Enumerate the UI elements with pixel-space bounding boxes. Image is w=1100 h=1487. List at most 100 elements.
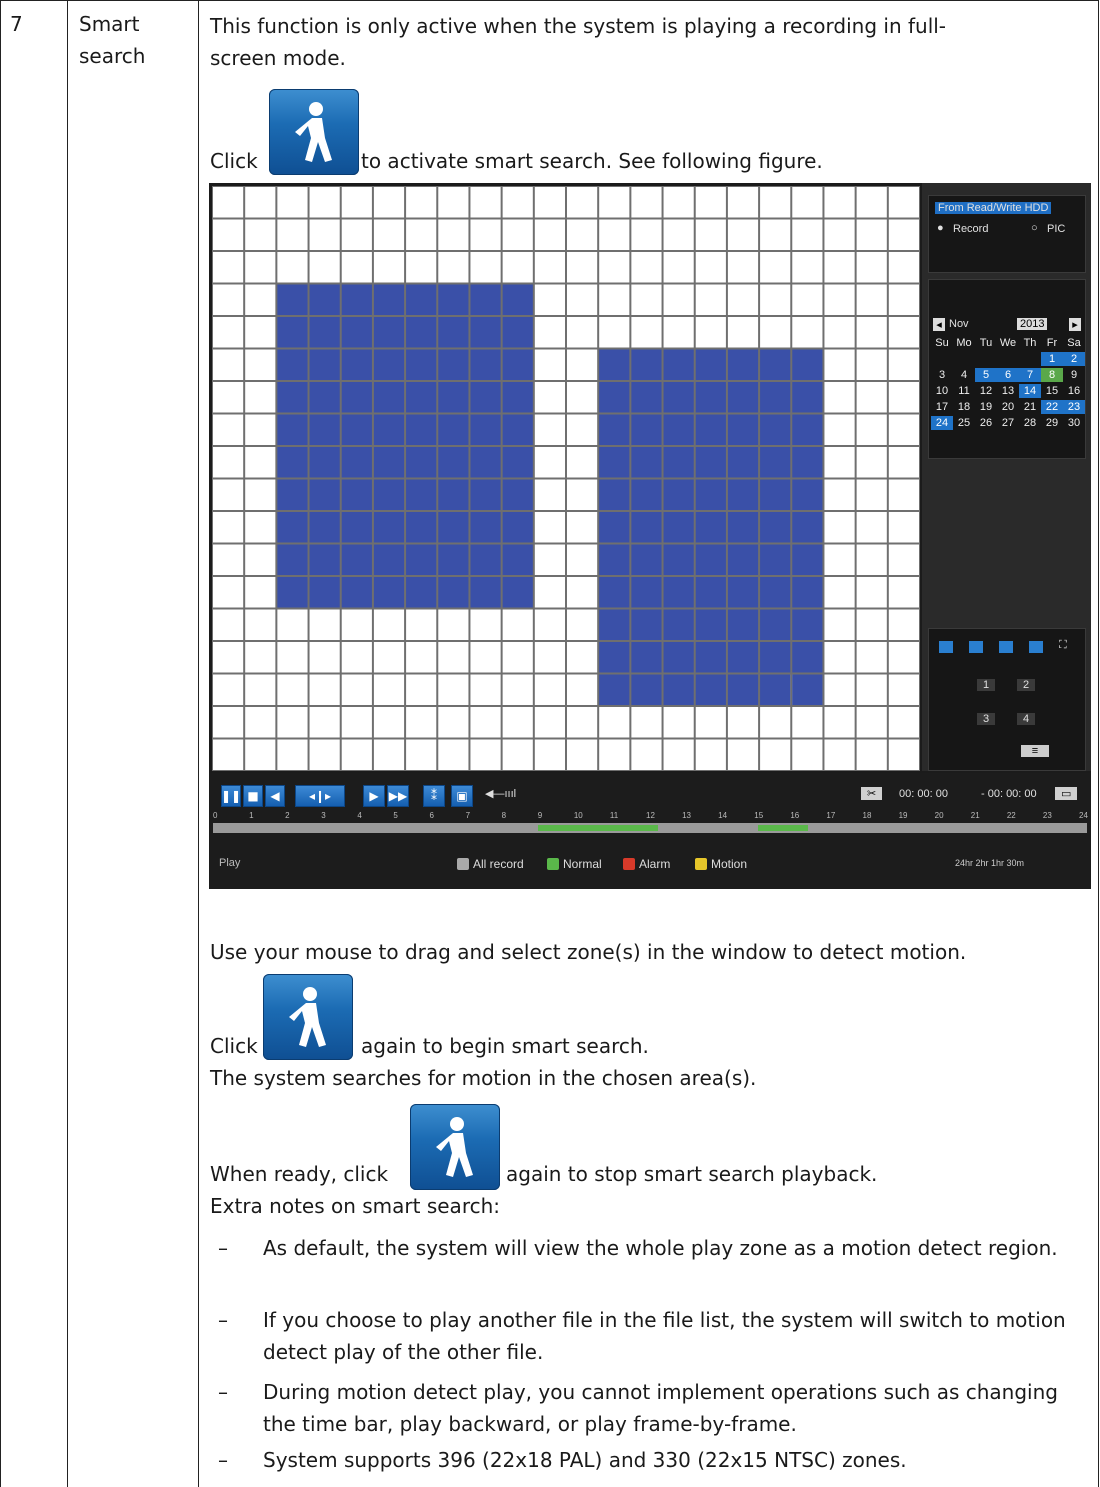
smart-search-icon-2 (263, 974, 353, 1060)
calendar-day[interactable]: 29 (1041, 416, 1063, 430)
bullet-dash-2: – (218, 1308, 228, 1332)
motion-grid[interactable] (212, 186, 920, 771)
play-backward-button[interactable]: ◀ (265, 785, 285, 807)
calendar-day[interactable] (975, 352, 997, 366)
smart-search-button[interactable]: ⁑ (423, 785, 445, 807)
legend-normal[interactable]: Normal (547, 857, 602, 871)
calendar-day[interactable]: 19 (975, 400, 997, 414)
calendar-day[interactable]: 21 (1019, 400, 1041, 414)
feature-name-line2: search (79, 44, 146, 68)
calendar-day[interactable]: 14 (1019, 384, 1041, 398)
note-2: If you choose to play another file in th… (263, 1308, 1066, 1364)
timeline-bar[interactable] (213, 823, 1087, 833)
calendar-day[interactable]: 8 (1041, 368, 1063, 382)
calendar-day[interactable]: 3 (931, 368, 953, 382)
channel-select-4[interactable]: 4 (1017, 713, 1036, 725)
pause-button[interactable]: ❚❚ (221, 785, 241, 807)
calendar-box: ◂ Nov 2013 ▸ Su Mo Tu We Th Fr Sa 1 2 3 4 5 6 7 8 9 10 11… (928, 279, 1086, 459)
calendar-day[interactable]: 17 (931, 400, 953, 414)
layout-16-icon[interactable] (1029, 641, 1043, 653)
calendar-day[interactable]: 28 (1019, 416, 1041, 430)
source-select[interactable]: From Read/Write HDD (935, 202, 1052, 214)
legend-alarm[interactable]: Alarm (623, 857, 670, 871)
playback-controls: ❚❚ ■ ◀ ◂❙▸ ▶ ▶▶ ⁑ ▣ ◀—ıııl ✂ 00: 00: 00 … (209, 773, 1091, 889)
timeline-tick-label: 21 (970, 811, 980, 820)
drag-instruction: Use your mouse to drag and select zone(s… (210, 940, 967, 964)
clip-icon[interactable]: ✂ (861, 787, 883, 800)
time-start[interactable]: 00: 00: 00 (899, 788, 948, 800)
calendar-day[interactable]: 4 (953, 368, 975, 382)
calendar-day[interactable]: 16 (1063, 384, 1085, 398)
stop-button[interactable]: ■ (243, 785, 263, 807)
layout-1-icon[interactable] (939, 641, 953, 653)
radio-record-icon[interactable]: ● (937, 222, 944, 234)
legend-all-record[interactable]: All record (457, 857, 524, 871)
timeline-tick-label: 7 (465, 811, 471, 820)
calendar-day[interactable]: 12 (975, 384, 997, 398)
alarm-checkbox[interactable] (623, 858, 635, 870)
channel-select-2[interactable]: 2 (1017, 679, 1036, 691)
calendar-weekdays: Su Mo Tu We Th Fr Sa (931, 336, 1085, 350)
zoom-controls[interactable]: 24hr 2hr 1hr 30m (955, 858, 1024, 868)
calendar-day[interactable]: 2 (1063, 352, 1085, 366)
calendar-day[interactable]: 7 (1019, 368, 1041, 382)
motion-grid-svg[interactable] (212, 186, 920, 771)
next-month-icon[interactable]: ▸ (1069, 318, 1081, 331)
play-label: Play (219, 857, 241, 869)
radio-pic-icon[interactable]: ○ (1031, 222, 1038, 234)
calendar-day[interactable]: 18 (953, 400, 975, 414)
weekday-label: Sa (1067, 337, 1081, 349)
snapshot-button[interactable]: ▣ (451, 785, 473, 807)
calendar-day[interactable]: 27 (997, 416, 1019, 430)
calendar-day[interactable]: 24 (931, 416, 953, 430)
fast-forward-button[interactable]: ▶▶ (387, 785, 409, 807)
slow-play-button[interactable]: ▶ (363, 785, 385, 807)
calendar-day[interactable]: 1 (1041, 352, 1063, 366)
calendar-day[interactable]: 23 (1063, 400, 1085, 414)
timeline-tick-label: 15 (754, 811, 764, 820)
calendar-day[interactable]: 11 (953, 384, 975, 398)
selected-zone-2[interactable] (598, 348, 824, 707)
calendar-day[interactable] (1019, 352, 1041, 366)
calendar-day[interactable]: 13 (997, 384, 1019, 398)
time-end[interactable]: - 00: 00: 00 (981, 788, 1037, 800)
calendar-day[interactable]: 20 (997, 400, 1019, 414)
list-icon[interactable]: ≡ (1021, 745, 1049, 757)
calendar-day[interactable]: 22 (1041, 400, 1063, 414)
feature-name-line1: Smart (79, 12, 140, 36)
layout-9-icon[interactable] (999, 641, 1013, 653)
timeline-tick-label: 0 (213, 811, 218, 820)
calendar-day[interactable]: 30 (1063, 416, 1085, 430)
alarm-label: Alarm (639, 857, 671, 871)
layout-4-icon[interactable] (969, 641, 983, 653)
timeline-tick-label: 22 (1006, 811, 1016, 820)
calendar-day[interactable]: 10 (931, 384, 953, 398)
calendar-day[interactable]: 25 (953, 416, 975, 430)
calendar-day[interactable] (997, 352, 1019, 366)
motion-checkbox[interactable] (695, 858, 707, 870)
save-clip-icon[interactable]: ▭ (1055, 787, 1078, 800)
fullscreen-icon[interactable]: ⛶ (1059, 639, 1067, 652)
frame-step-button[interactable]: ◂❙▸ (295, 785, 345, 807)
calendar-day[interactable] (931, 352, 953, 366)
month-select[interactable]: Nov (949, 318, 969, 330)
normal-checkbox[interactable] (547, 858, 559, 870)
prev-month-icon[interactable]: ◂ (933, 318, 945, 331)
calendar-week: 24 25 26 27 28 29 30 (931, 416, 1085, 430)
calendar-day[interactable]: 9 (1063, 368, 1085, 382)
year-select[interactable]: 2013 (1017, 318, 1048, 330)
channel-select-3[interactable]: 3 (977, 713, 996, 725)
all-record-checkbox[interactable] (457, 858, 469, 870)
calendar-week: 12 (931, 352, 1085, 366)
calendar-day[interactable]: 15 (1041, 384, 1063, 398)
channel-select-1[interactable]: 1 (977, 679, 996, 691)
calendar-day[interactable]: 6 (997, 368, 1019, 382)
calendar-day[interactable] (953, 352, 975, 366)
volume-icon[interactable]: ◀—ıııl (485, 787, 516, 800)
click1-prefix: Click (210, 149, 258, 173)
legend-motion[interactable]: Motion (695, 857, 747, 871)
timeline-tick-label: 13 (682, 811, 691, 820)
calendar-day[interactable]: 5 (975, 368, 997, 382)
calendar-day[interactable]: 26 (975, 416, 997, 430)
normal-label: Normal (563, 857, 602, 871)
